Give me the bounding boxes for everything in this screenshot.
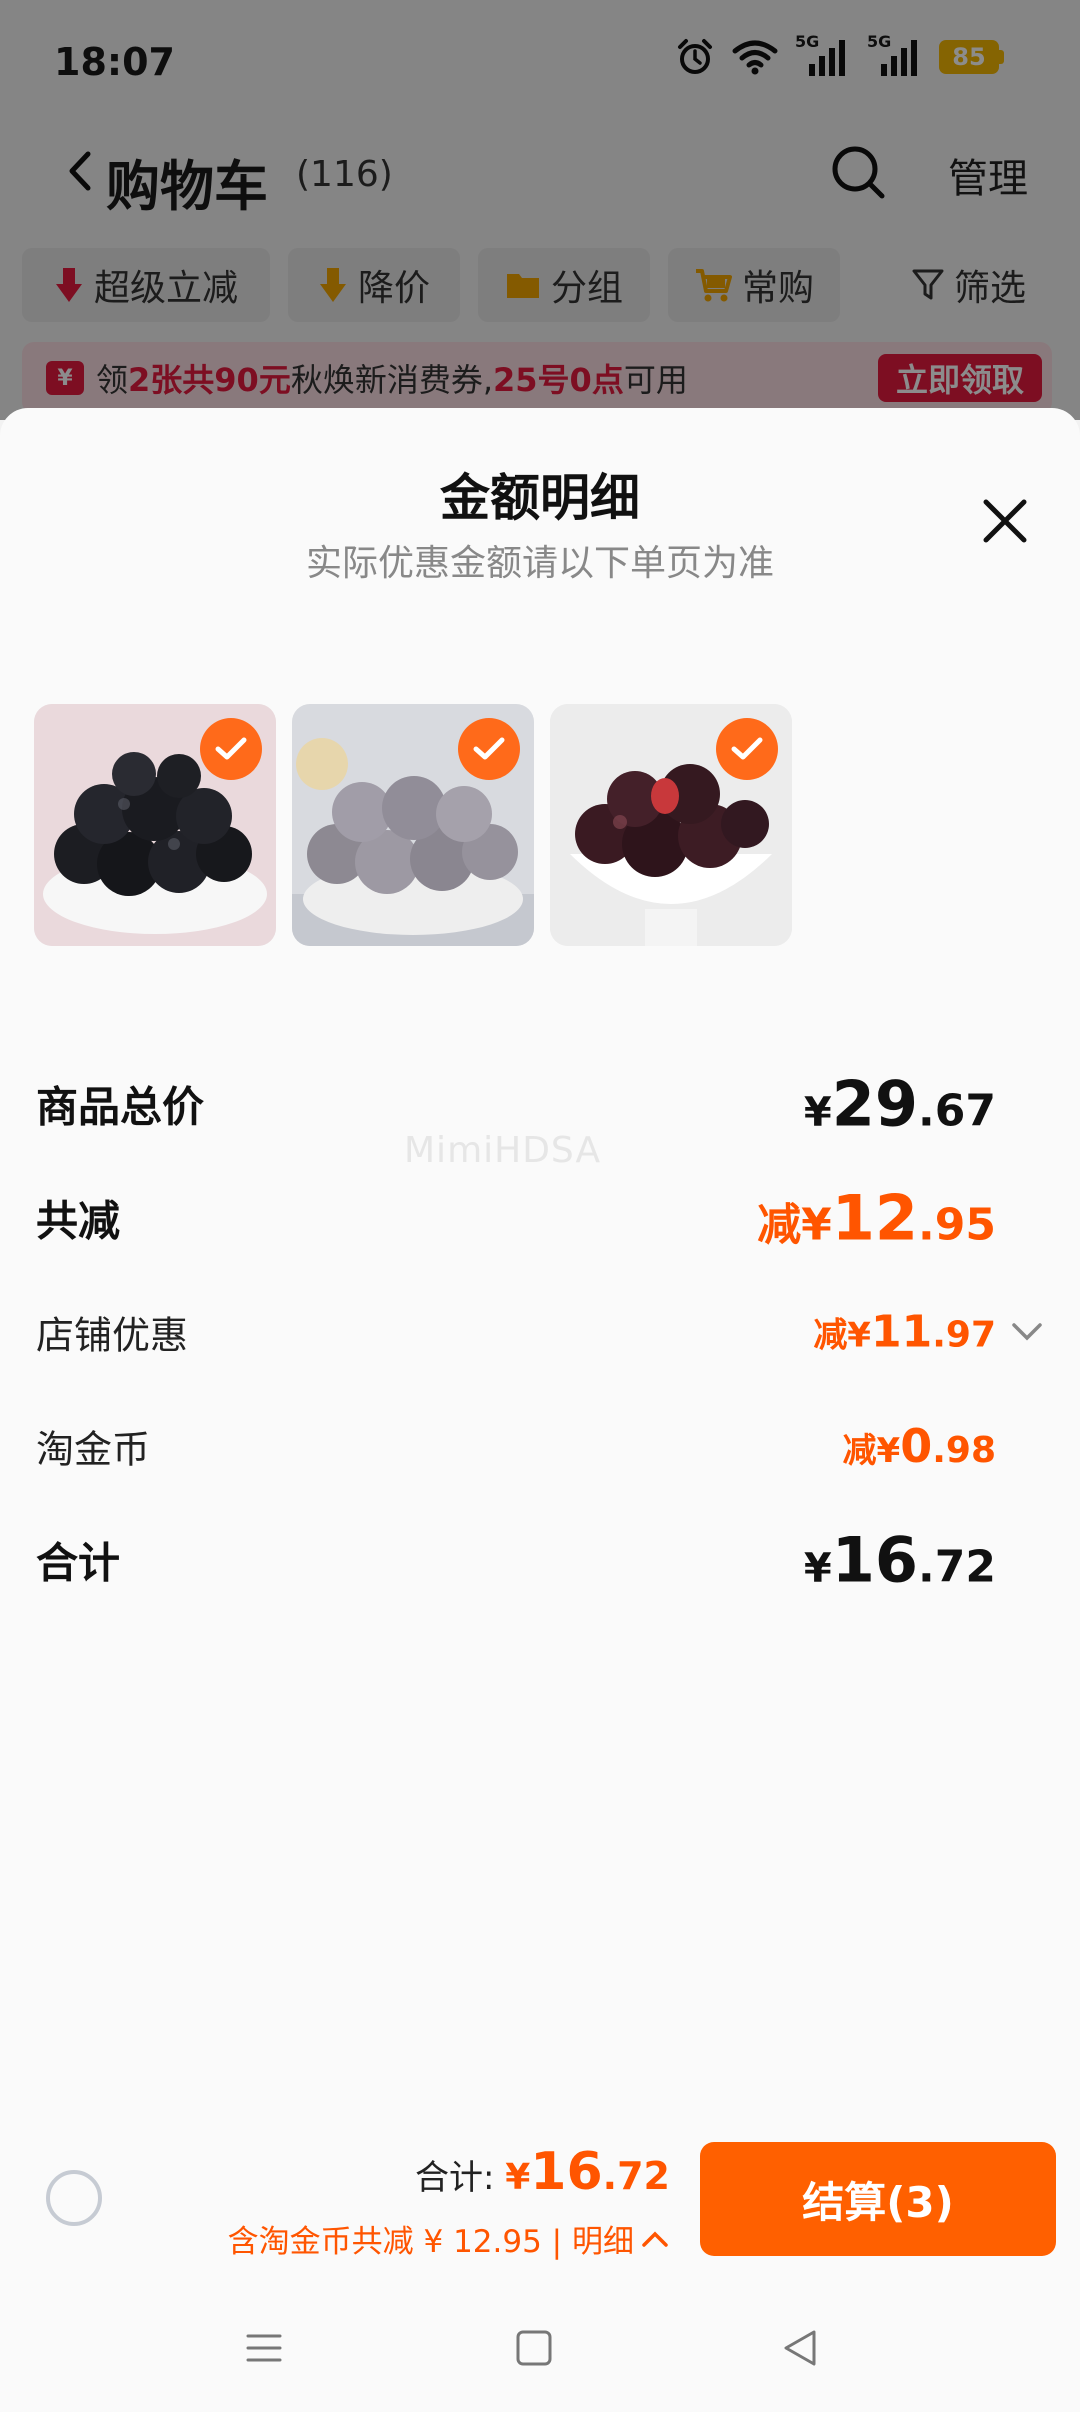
currency-symbol: ¥	[505, 2157, 531, 2198]
checkout-bar: 合计: ¥16.72 含淘金币共减 ¥ 12.95 | 明细 结算(3)	[0, 2120, 1080, 2270]
amount-detail-sheet: 金额明细 实际优惠金额请以下单页为准 商品总价 ¥29.67 共减 减¥12.9…	[0, 408, 1080, 2412]
total-discount-label: 共减	[36, 1196, 121, 1246]
discount-prefix: 减¥	[813, 1315, 871, 1356]
row-shop-discount[interactable]: 店铺优惠 减¥11.97	[36, 1292, 1044, 1372]
checkout-total-label: 合计:	[414, 2158, 495, 2198]
chevron-up-icon	[642, 2231, 668, 2247]
coins-label: 淘金币	[36, 1427, 151, 1472]
sheet-title: 金额明细	[440, 469, 640, 527]
home-icon[interactable]	[514, 2328, 554, 2368]
shop-discount-value: 减¥11.97	[813, 1307, 996, 1358]
product-thumbnail-red-plums[interactable]	[550, 704, 792, 946]
discount-detail-link[interactable]: 含淘金币共减 ¥ 12.95 | 明细	[228, 2216, 670, 2261]
back-nav-icon[interactable]	[780, 2328, 820, 2368]
price-integer: 16	[530, 2142, 603, 2202]
watermark: MimiHDSA	[404, 1130, 602, 1171]
row-sum: 合计 ¥16.72	[36, 1520, 1044, 1600]
total-price-value: ¥29.67	[804, 1068, 996, 1141]
price-decimal: .97	[932, 1314, 996, 1356]
discount-prefix: 减¥	[757, 1199, 832, 1251]
coins-value: 减¥0.98	[843, 1419, 996, 1473]
total-price-label: 商品总价	[36, 1082, 205, 1132]
price-decimal: .98	[932, 1430, 996, 1471]
price-integer: 29	[831, 1067, 919, 1141]
discount-prefix: 减¥	[842, 1431, 901, 1471]
checkout-total: 合计: ¥16.72	[415, 2142, 670, 2202]
product-thumbnail-frosted-plums[interactable]	[292, 704, 534, 946]
dim-overlay[interactable]	[0, 0, 1080, 420]
price-integer: 0	[900, 1419, 933, 1473]
chevron-down-icon[interactable]	[1010, 1321, 1044, 1343]
price-decimal: .72	[602, 2154, 670, 2198]
sheet-subtitle: 实际优惠金额请以下单页为准	[305, 543, 774, 584]
close-icon[interactable]	[980, 496, 1030, 546]
price-integer: 11	[870, 1306, 933, 1358]
product-thumbnail-dark-prunes[interactable]	[34, 704, 276, 946]
detail-text: 含淘金币共减 ¥ 12.95 | 明细	[227, 2224, 634, 2260]
row-total-discount: 共减 减¥12.95	[36, 1178, 1044, 1258]
price-decimal: .67	[918, 1085, 996, 1137]
selected-check-icon[interactable]	[458, 718, 520, 780]
price-decimal: .95	[918, 1199, 996, 1251]
checkout-total-amount: ¥16.72	[505, 2142, 670, 2202]
currency-symbol: ¥	[803, 1089, 832, 1136]
system-nav-bar	[0, 2300, 1080, 2412]
selected-check-icon[interactable]	[200, 718, 262, 780]
price-integer: 16	[831, 1523, 919, 1597]
row-coins: 淘金币 减¥0.98	[36, 1406, 1044, 1486]
menu-icon[interactable]	[244, 2328, 284, 2368]
selected-check-icon[interactable]	[716, 718, 778, 780]
currency-symbol: ¥	[803, 1545, 832, 1592]
shop-discount-label: 店铺优惠	[36, 1313, 189, 1358]
total-discount-value: 减¥12.95	[757, 1182, 996, 1255]
checkout-button[interactable]: 结算(3)	[700, 2142, 1056, 2256]
sum-value: ¥16.72	[804, 1524, 996, 1597]
price-integer: 12	[831, 1181, 919, 1255]
selected-products	[34, 704, 792, 946]
price-decimal: .72	[918, 1541, 996, 1593]
select-all-checkbox[interactable]	[46, 2170, 102, 2226]
sum-label: 合计	[36, 1538, 121, 1588]
